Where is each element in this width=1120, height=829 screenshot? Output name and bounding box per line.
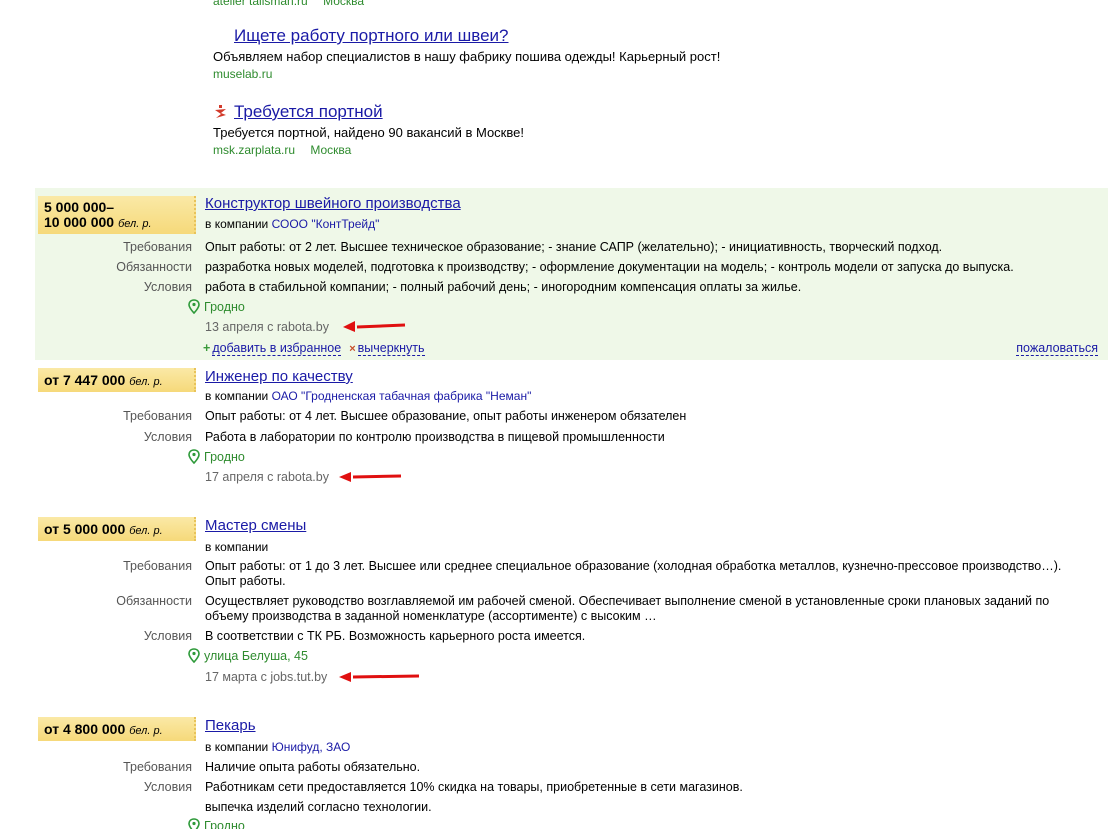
location: Гродно bbox=[187, 818, 245, 829]
posted-date-source: 17 апреля с rabota.by bbox=[205, 470, 329, 484]
red-arrow-icon bbox=[339, 672, 420, 682]
ad-block: Ищете работу портного или швеи? Объявляе… bbox=[213, 26, 1093, 81]
ad-block: Требуется портной Требуется портной, най… bbox=[213, 102, 1093, 157]
add-to-favorites-link[interactable]: добавить в избранное bbox=[212, 341, 342, 356]
vacancy-title-link[interactable]: Мастер смены bbox=[205, 517, 306, 534]
salary-badge: от 5 000 000 бел. р. bbox=[38, 517, 196, 541]
ad-title-link[interactable]: Ищете работу портного или швеи? bbox=[234, 26, 509, 46]
ad-text: Объявляем набор специалистов в нашу фабр… bbox=[213, 49, 721, 64]
company-link[interactable]: Юнифуд, ЗАО bbox=[272, 740, 351, 754]
search-results-page: atelier talisman.ru Москва Ищете работу … bbox=[0, 0, 1120, 829]
vacancy-item: от 7 447 000 бел. р. Инженер по качеству … bbox=[35, 366, 1108, 496]
ad-text: Требуется портной, найдено 90 вакансий в… bbox=[213, 125, 524, 140]
posted-date-source: 17 марта с jobs.tut.by bbox=[205, 670, 328, 684]
map-pin-icon bbox=[188, 648, 200, 664]
salary-badge: 5 000 000– 10 000 000 бел. р. bbox=[38, 196, 196, 234]
company-line: в компании bbox=[205, 540, 269, 554]
salary-badge: от 7 447 000 бел. р. bbox=[38, 368, 196, 392]
red-arrow-icon bbox=[339, 472, 402, 482]
ad-city: Москва bbox=[323, 0, 365, 8]
ad-url-cut[interactable]: atelier talisman.ru Москва bbox=[213, 0, 364, 8]
company-line: в компании СООО "КонтТрейд" bbox=[205, 217, 380, 231]
ad-city: Москва bbox=[310, 143, 352, 157]
posted-date-source: 13 апреля с rabota.by bbox=[205, 320, 329, 334]
vacancy-title-link[interactable]: Инженер по качеству bbox=[205, 368, 353, 385]
vacancy-item: от 4 800 000 бел. р. Пекарь в компании Юн… bbox=[35, 715, 1108, 829]
zarplata-logo-icon bbox=[215, 105, 226, 118]
vacancy-title-link[interactable]: Конструктор швейного производства bbox=[205, 195, 461, 212]
ad-url[interactable]: muselab.ru bbox=[213, 67, 1093, 81]
strike-out-link[interactable]: вычеркнуть bbox=[357, 341, 425, 356]
complain-link[interactable]: пожаловаться bbox=[1016, 341, 1098, 356]
location: улица Белуша, 45 bbox=[187, 648, 308, 664]
map-pin-icon bbox=[188, 299, 200, 315]
company-link[interactable]: СООО "КонтТрейд" bbox=[272, 217, 380, 231]
ad-title-link[interactable]: Требуется портной bbox=[234, 102, 383, 122]
company-link[interactable]: ОАО "Гродненская табачная фабрика "Неман… bbox=[272, 389, 532, 403]
company-line: в компании Юнифуд, ЗАО bbox=[205, 740, 351, 754]
vacancy-actions: + добавить в избранное × вычеркнуть bbox=[203, 341, 425, 356]
vacancy-title-link[interactable]: Пекарь bbox=[205, 717, 256, 734]
red-arrow-icon bbox=[343, 321, 406, 332]
company-line: в компании ОАО "Гродненская табачная фаб… bbox=[205, 389, 532, 403]
vacancy-item: от 5 000 000 бел. р. Мастер смены в компа… bbox=[35, 515, 1108, 695]
map-pin-icon bbox=[188, 818, 200, 829]
ad-url[interactable]: msk.zarplata.ru bbox=[213, 143, 295, 157]
map-pin-icon bbox=[188, 449, 200, 465]
ad-url[interactable]: atelier talisman.ru bbox=[213, 0, 308, 8]
salary-badge: от 4 800 000 бел. р. bbox=[38, 717, 196, 741]
vacancy-item: 5 000 000– 10 000 000 бел. р. Конструктор… bbox=[35, 188, 1108, 360]
location: Гродно bbox=[187, 449, 245, 465]
location: Гродно bbox=[187, 299, 245, 315]
